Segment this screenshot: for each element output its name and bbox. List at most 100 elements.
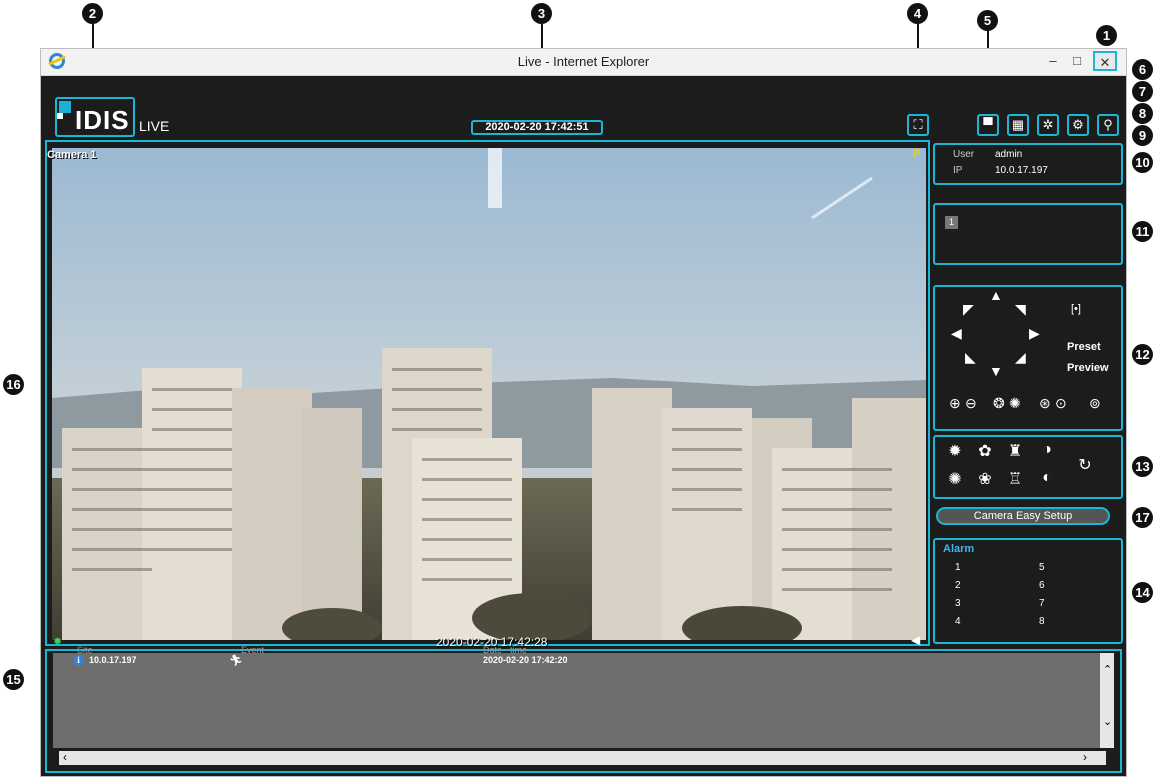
callout-14: 14	[1132, 582, 1153, 603]
callout-15: 15	[3, 669, 24, 690]
log-datetime: 2020-02-20 17:42:20	[483, 655, 568, 665]
settings-screen-icon: ⚙	[1072, 117, 1084, 132]
log-header-site: Site	[77, 645, 93, 655]
motion-event-icon: 🏃︎	[229, 655, 243, 667]
motion-icon: ✹	[53, 636, 63, 648]
maximize-button[interactable]: □	[1065, 51, 1089, 71]
scroll-up-icon[interactable]: ⌃	[1103, 663, 1112, 676]
close-button[interactable]: ✕	[1093, 51, 1117, 71]
ptz-right-arrow-icon[interactable]: ▶	[1029, 325, 1040, 342]
log-header-event: Event	[241, 645, 265, 655]
vertical-scrollbar[interactable]: ⌃ ⌄	[1100, 653, 1114, 748]
camera-list-panel: 1	[933, 203, 1123, 265]
zoom-out-icon[interactable]: ⊖	[965, 395, 977, 412]
iris-open-icon[interactable]: ❂	[993, 395, 1005, 412]
user-info-panel: User admin IP 10.0.17.197	[933, 143, 1123, 185]
color-down-icon[interactable]: ❀	[975, 469, 995, 489]
log-site: 10.0.17.197	[89, 655, 137, 665]
preset-button[interactable]: Preset	[1067, 341, 1101, 353]
ptz-center-icon[interactable]: [•]	[1071, 303, 1081, 315]
fullscreen-icon: ⛶	[913, 117, 923, 132]
user-value: admin	[995, 149, 1023, 160]
gear-icon: ✲	[1042, 117, 1054, 132]
callout-1: 1	[1096, 25, 1117, 46]
ptz-indicator: P	[913, 148, 921, 160]
sharpness-up-icon[interactable]: ♜	[1005, 441, 1025, 461]
browser-window: Live - Internet Explorer – □ ✕ IDIS LIVE…	[40, 48, 1127, 777]
horizontal-scrollbar[interactable]: ‹ ›	[59, 750, 1106, 765]
current-datetime: 2020-02-20 17:42:51	[471, 120, 603, 135]
camera-title: Camera 1	[47, 149, 97, 161]
event-log-list[interactable]: Site Event Date - time i 10.0.17.197 🏃︎ …	[53, 645, 1114, 748]
speaker-icon[interactable]: ◀	[911, 633, 920, 647]
callout-16: 16	[3, 374, 24, 395]
save-icon: ▦	[1011, 117, 1025, 132]
callout-10: 10	[1132, 152, 1153, 173]
iris-close-icon[interactable]: ✺	[1009, 395, 1021, 412]
window-title: Live - Internet Explorer	[517, 54, 650, 69]
callout-3: 3	[531, 3, 552, 24]
focus-near-icon[interactable]: ⊛	[1039, 395, 1051, 412]
ptz-down-arrow-icon[interactable]: ▼	[989, 363, 1003, 379]
callout-8: 8	[1132, 103, 1153, 124]
color-up-icon[interactable]: ✿	[975, 441, 995, 461]
ptz-up-left-arrow-icon[interactable]: ◤	[963, 301, 974, 318]
ptz-control-panel: ▲ ◤ ◥ ◀ ▶ ◣ ◢ ▼ [•] Preset Preview ⊕ ⊖ ❂…	[933, 285, 1123, 431]
alarm-title: Alarm	[943, 543, 975, 555]
fullscreen-button[interactable]: ⛶	[907, 114, 929, 136]
alarm-4: 4	[955, 616, 961, 627]
scroll-down-icon[interactable]: ⌄	[1103, 715, 1112, 728]
auto-focus-icon[interactable]: ⊚	[1089, 395, 1101, 412]
city-scene-image	[52, 148, 926, 640]
reset-icon[interactable]: ↻	[1075, 455, 1095, 475]
user-label: User	[953, 149, 975, 160]
alarm-6: 6	[1039, 580, 1045, 591]
callout-6: 6	[1132, 59, 1153, 80]
brightness-down-icon[interactable]: ✺	[945, 469, 965, 489]
search-button[interactable]: ⚲	[1097, 114, 1119, 136]
save-clip-button[interactable]: ▦	[1007, 114, 1029, 136]
search-icon: ⚲	[1103, 117, 1113, 132]
image-adjust-panel: ✹ ✿ ♜ ◑ ✺ ❀ ♖ ◐ ↻	[933, 435, 1123, 499]
setup-button[interactable]: ✲	[1037, 114, 1059, 136]
alarm-7: 7	[1039, 598, 1045, 609]
brightness-up-icon[interactable]: ✹	[945, 441, 965, 461]
alarm-panel: Alarm 1 2 3 4 5 6 7 8	[933, 538, 1123, 644]
callout-4: 4	[907, 3, 928, 24]
sharpness-down-icon[interactable]: ♖	[1005, 469, 1025, 489]
table-row[interactable]: i 10.0.17.197 🏃︎ 2020-02-20 17:42:20	[53, 655, 1093, 669]
video-viewport[interactable]	[45, 140, 930, 646]
ptz-down-left-arrow-icon[interactable]: ◣	[965, 349, 976, 366]
focus-far-icon[interactable]: ⊙	[1055, 395, 1067, 412]
mode-label: LIVE	[139, 118, 170, 134]
alarm-2: 2	[955, 580, 961, 591]
remote-setup-button[interactable]: ⚙	[1067, 114, 1089, 136]
title-bar: Live - Internet Explorer – □ ✕	[41, 49, 1126, 76]
callout-13: 13	[1132, 456, 1153, 477]
callout-17: 17	[1132, 507, 1153, 528]
ip-label: IP	[953, 165, 963, 176]
callout-12: 12	[1132, 344, 1153, 365]
ptz-up-arrow-icon[interactable]: ▲	[989, 287, 1003, 303]
camera-1-button[interactable]: 1	[945, 216, 958, 229]
scroll-right-icon[interactable]: ›	[1083, 750, 1087, 764]
ip-value: 10.0.17.197	[995, 165, 1048, 176]
ptz-down-right-arrow-icon[interactable]: ◢	[1015, 349, 1026, 366]
alarm-3: 3	[955, 598, 961, 609]
info-icon: i	[73, 655, 84, 666]
camera-video-feed[interactable]	[52, 148, 926, 640]
contrast-up-icon[interactable]: ◑	[1037, 441, 1057, 459]
camera-easy-setup-button[interactable]: Camera Easy Setup	[936, 507, 1110, 525]
zoom-in-icon[interactable]: ⊕	[949, 395, 961, 412]
preview-button[interactable]: Preview	[1067, 362, 1109, 374]
ptz-up-right-arrow-icon[interactable]: ◥	[1015, 301, 1026, 318]
minimize-button[interactable]: –	[1041, 51, 1065, 71]
contrast-down-icon[interactable]: ◐	[1037, 469, 1057, 487]
callout-9: 9	[1132, 125, 1153, 146]
alarm-5: 5	[1039, 562, 1045, 573]
scroll-left-icon[interactable]: ‹	[63, 750, 67, 764]
print-button[interactable]: ▀	[977, 114, 999, 136]
ptz-left-arrow-icon[interactable]: ◀	[951, 325, 962, 342]
printer-icon: ▀	[983, 117, 993, 132]
log-header-datetime: Date - time	[483, 645, 528, 655]
